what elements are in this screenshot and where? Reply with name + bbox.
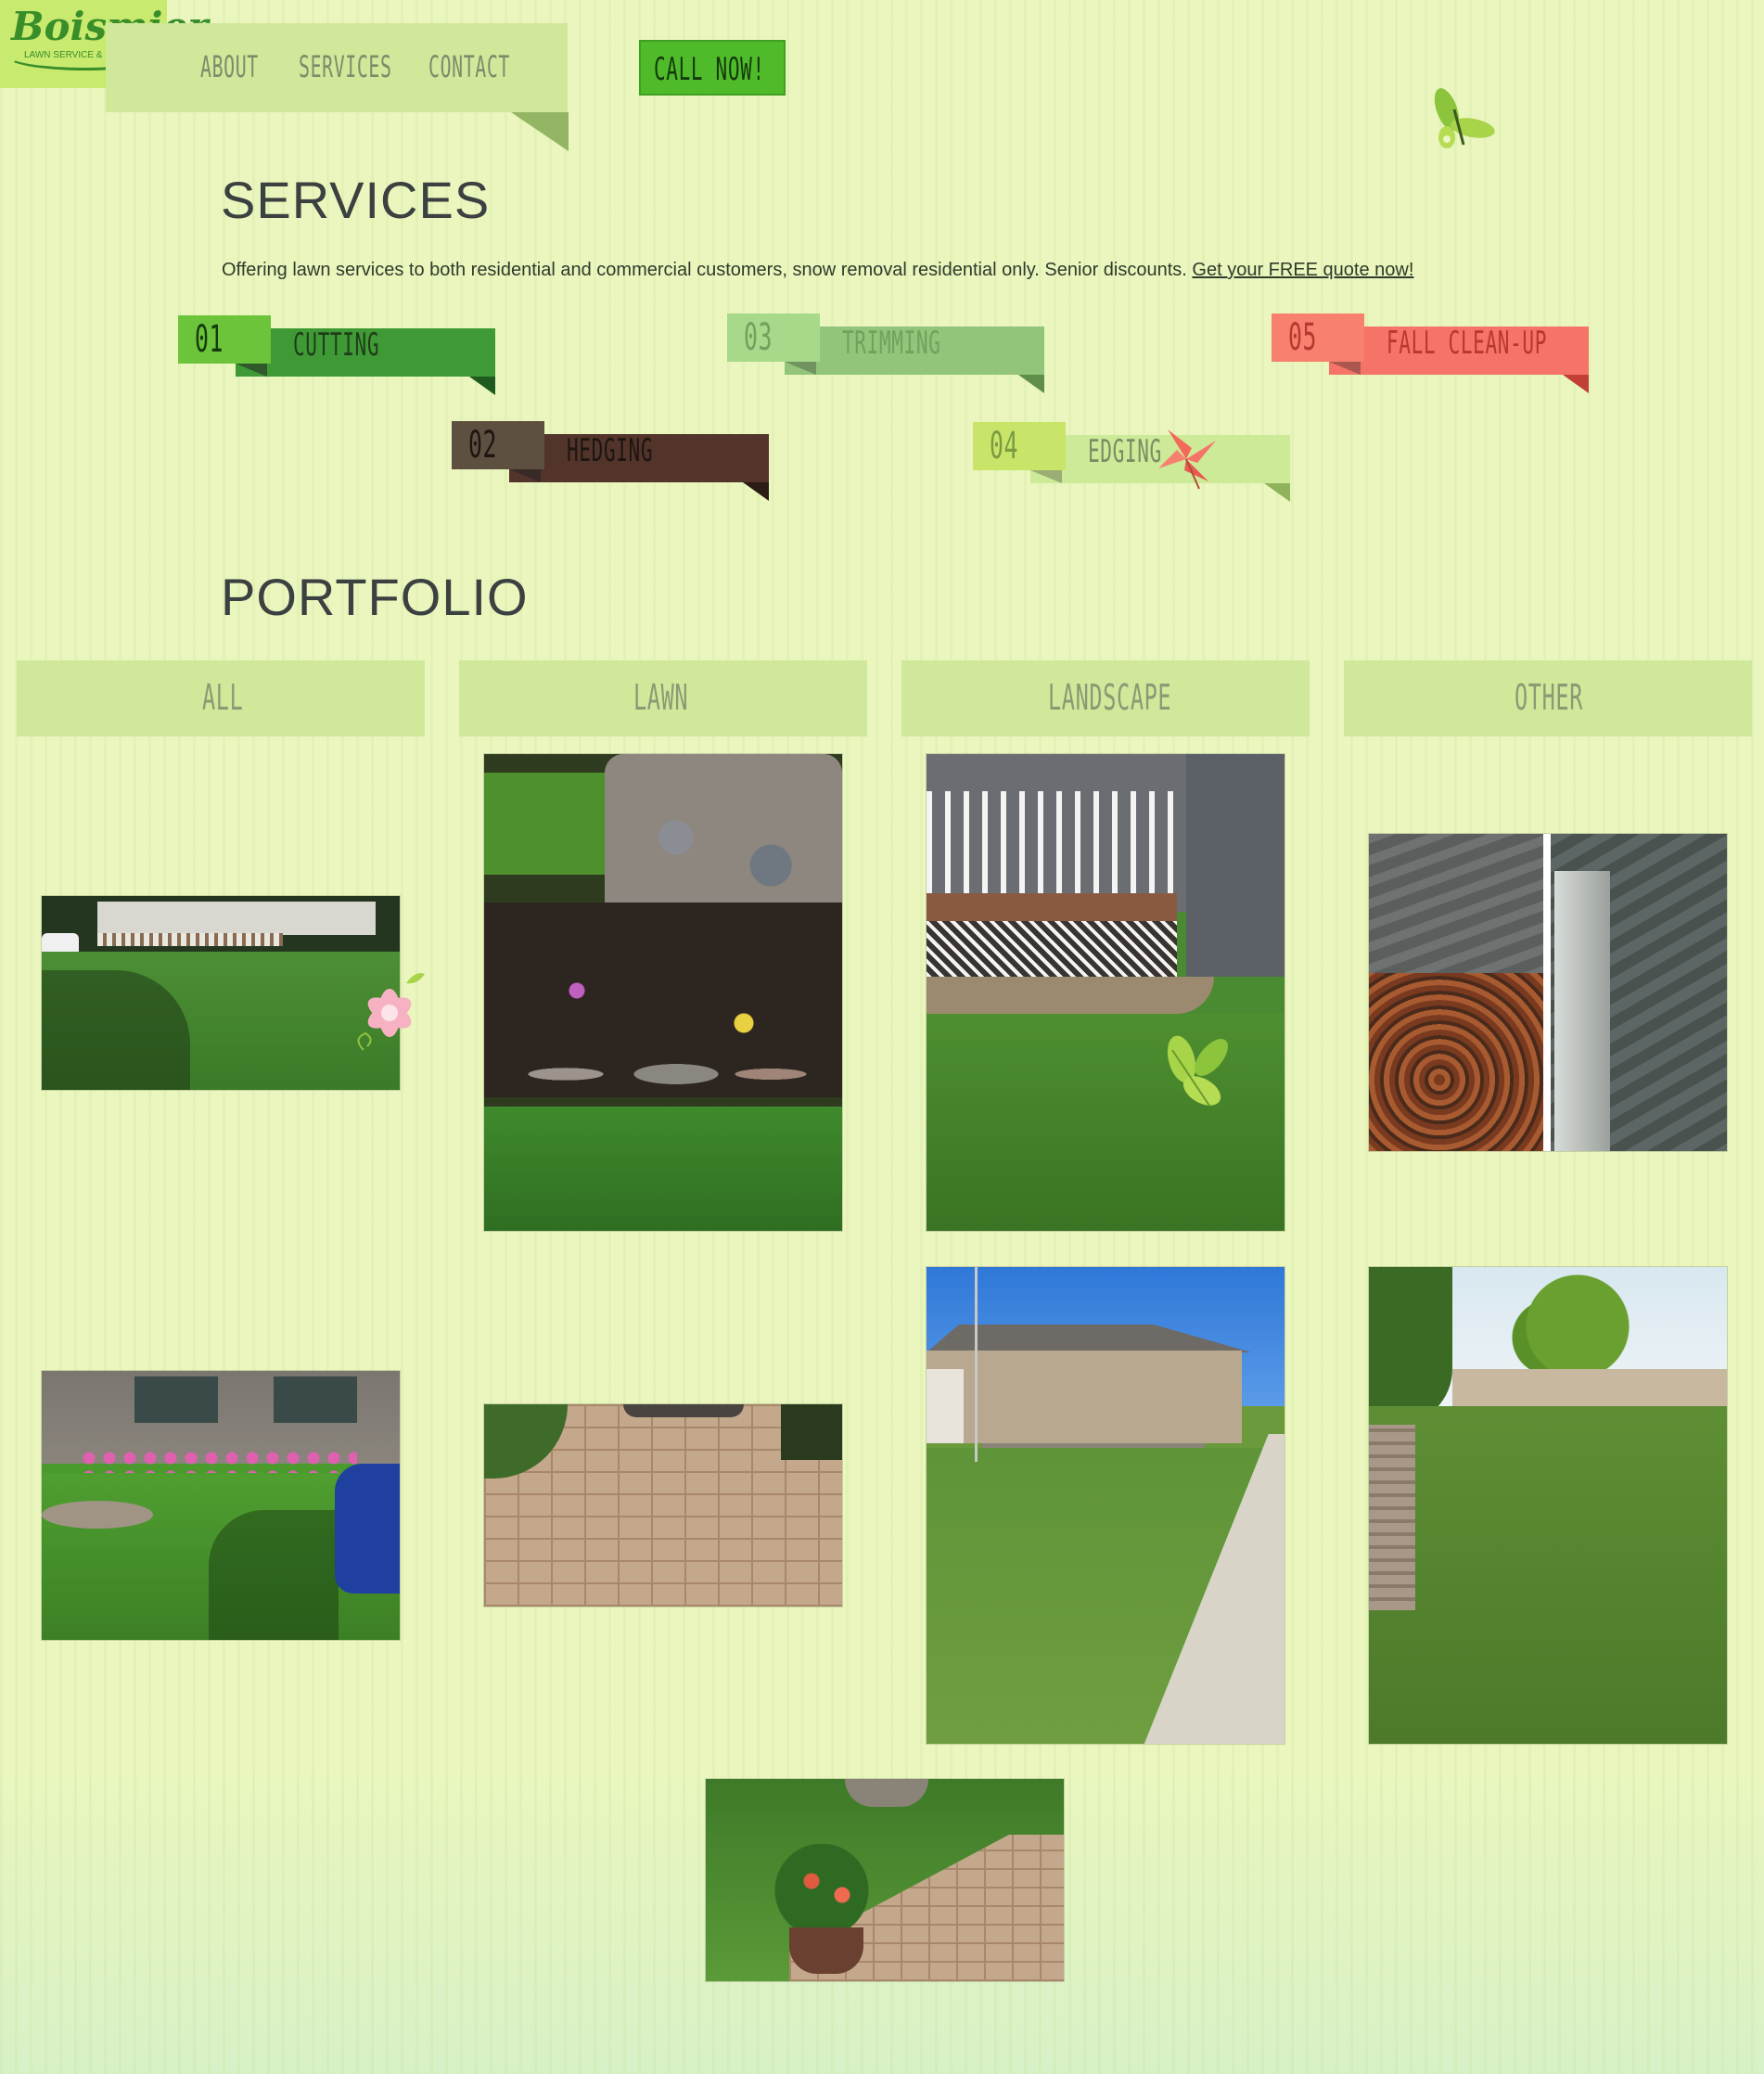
- service-number-box: 04: [973, 422, 1066, 470]
- service-label: TRIMMING: [842, 325, 941, 362]
- service-shadow: [236, 364, 267, 377]
- service-fall-cleanup[interactable]: 05 FALL CLEAN-UP: [1272, 314, 1591, 393]
- nav-services[interactable]: SERVICES: [299, 48, 449, 85]
- service-shadow: [1030, 470, 1062, 483]
- service-band-fold: [469, 377, 495, 395]
- leaf-icon: [1158, 429, 1216, 490]
- portfolio-photo[interactable]: [484, 754, 842, 1231]
- portfolio-photo[interactable]: [42, 896, 400, 1090]
- nav-about[interactable]: ABOUT: [200, 48, 294, 85]
- nav-ribbon-fold: [511, 112, 569, 151]
- portfolio-photo[interactable]: [484, 1404, 842, 1607]
- service-shadow: [785, 362, 816, 375]
- filter-tab-landscape[interactable]: LANDSCAPE: [901, 660, 1310, 736]
- service-cutting[interactable]: 01 CUTTING: [178, 315, 498, 395]
- portfolio-photo[interactable]: [706, 1779, 1064, 1981]
- service-number-box: 01: [178, 315, 271, 364]
- service-band-fold: [1563, 375, 1589, 393]
- portfolio-photo[interactable]: [42, 1371, 400, 1640]
- filter-tab-other[interactable]: OTHER: [1344, 660, 1752, 736]
- services-description: Offering lawn services to both residenti…: [222, 260, 1414, 280]
- service-label: CUTTING: [293, 326, 380, 364]
- filter-tab-lawn[interactable]: LAWN: [459, 660, 867, 736]
- portfolio-photo[interactable]: [1369, 1267, 1727, 1744]
- portfolio-photo[interactable]: [1369, 834, 1727, 1151]
- service-shadow: [1329, 362, 1361, 375]
- nav-contact[interactable]: CONTACT: [428, 48, 560, 85]
- service-edging[interactable]: 04 EDGING: [973, 422, 1293, 502]
- free-quote-link[interactable]: Get your FREE quote now!: [1192, 260, 1413, 280]
- service-hedging[interactable]: 02 HEDGING: [452, 421, 772, 501]
- portfolio-title: PORTFOLIO: [221, 568, 529, 626]
- service-trimming[interactable]: 03 TRIMMING: [727, 314, 1047, 393]
- service-number-box: 02: [452, 421, 544, 469]
- services-title: SERVICES: [221, 171, 491, 229]
- leaves-icon: [1167, 1035, 1228, 1107]
- portfolio-photo[interactable]: [927, 1267, 1285, 1744]
- service-band-fold: [743, 482, 769, 501]
- service-label: FALL CLEAN-UP: [1387, 325, 1548, 362]
- service-number-box: 03: [727, 314, 820, 362]
- filter-tab-all[interactable]: ALL: [17, 660, 425, 736]
- service-shadow: [509, 469, 541, 482]
- flower-icon: [357, 973, 425, 1051]
- service-band-fold: [1264, 483, 1290, 502]
- service-label: HEDGING: [567, 432, 654, 469]
- call-now-button[interactable]: CALL NOW!: [639, 40, 786, 96]
- butterfly-icon: [1434, 88, 1495, 148]
- service-number-box: 05: [1272, 314, 1364, 362]
- service-band-fold: [1018, 375, 1044, 393]
- portfolio-photo[interactable]: [927, 754, 1285, 1231]
